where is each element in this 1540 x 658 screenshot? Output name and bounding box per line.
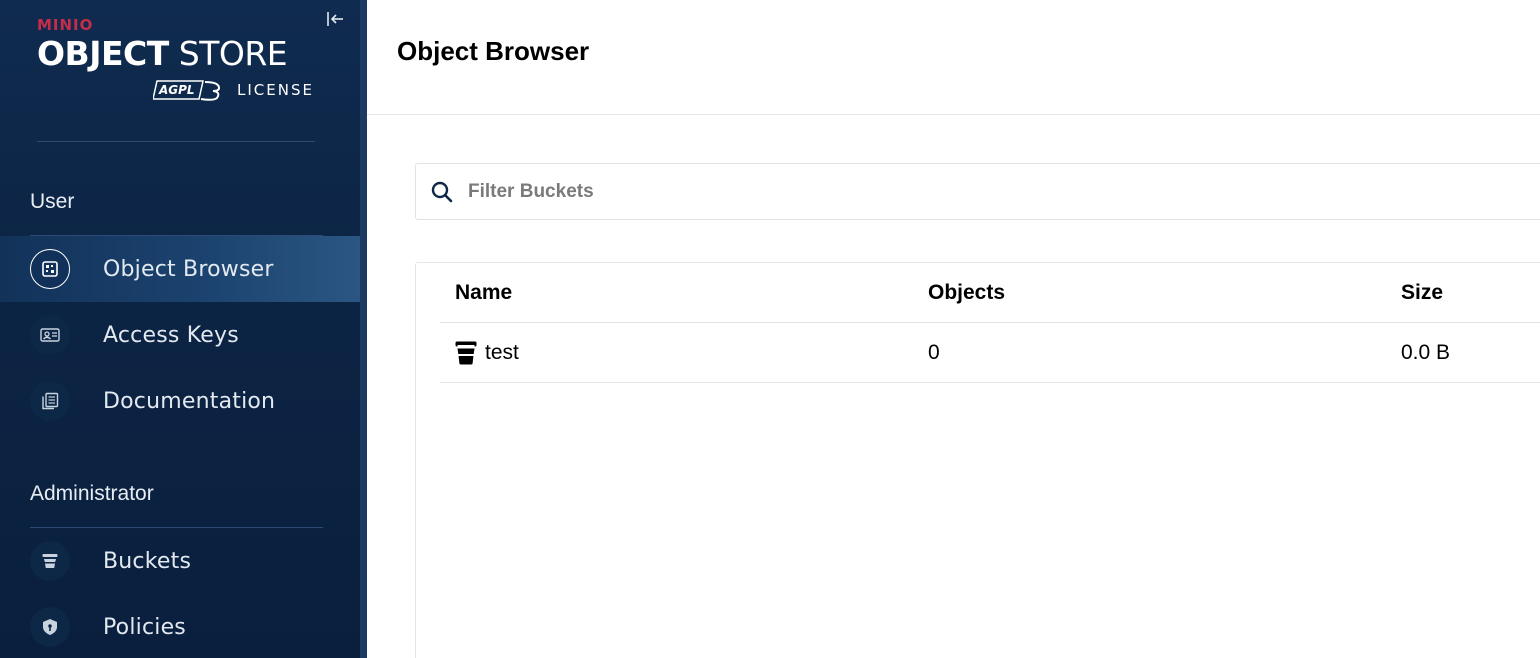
search-input[interactable] [468, 174, 1518, 210]
sidebar-divider [37, 141, 315, 142]
logo-license-row: AGPL LICENSE [153, 78, 314, 102]
svg-text:AGPL: AGPL [158, 83, 195, 97]
column-header-size[interactable]: Size [1401, 281, 1443, 305]
collapse-left-icon [327, 12, 343, 26]
sidebar-item-label: Documentation [103, 388, 276, 414]
bucket-size: 0.0 B [1401, 341, 1451, 364]
bucket-name: test [485, 341, 519, 364]
filter-buckets-search[interactable] [415, 163, 1540, 220]
sidebar-item-label: Policies [103, 614, 186, 640]
sidebar-item-object-browser[interactable]: Object Browser [0, 236, 360, 302]
sidebar-item-policies[interactable]: Policies [0, 594, 360, 658]
logo-license: LICENSE [237, 81, 314, 99]
agpl-badge-icon: AGPL [153, 78, 223, 102]
bucket-icon [30, 541, 70, 581]
page-header: Object Browser [367, 0, 1540, 115]
logo-product-bold: OBJECT [37, 34, 169, 73]
sidebar-item-documentation[interactable]: Documentation [0, 368, 360, 434]
logo-product-name: OBJECT STORE [37, 34, 288, 73]
buckets-table: Name Objects Size test 0 0.0 B [415, 262, 1540, 658]
sidebar: MINIO OBJECT STORE AGPL LICENSE User Obj… [0, 0, 360, 658]
sidebar-item-buckets[interactable]: Buckets [0, 528, 360, 594]
sidebar-item-label: Buckets [103, 548, 192, 574]
section-label-user: User [30, 190, 75, 213]
sidebar-scroll-edge [360, 0, 367, 658]
page-title: Object Browser [397, 36, 590, 66]
minio-logo: MINIO OBJECT STORE AGPL LICENSE [37, 16, 319, 106]
logo-company: MINIO [37, 16, 94, 34]
section-label-administrator: Administrator [30, 482, 154, 505]
search-icon [430, 180, 454, 204]
shield-icon [30, 607, 70, 647]
bucket-objects: 0 [928, 341, 940, 364]
access-keys-icon [30, 315, 70, 355]
column-header-objects[interactable]: Objects [928, 281, 1005, 305]
column-header-name[interactable]: Name [455, 281, 512, 305]
sidebar-item-label: Object Browser [103, 256, 274, 282]
collapse-sidebar-button[interactable] [324, 8, 346, 30]
sidebar-item-label: Access Keys [103, 322, 239, 348]
sidebar-item-access-keys[interactable]: Access Keys [0, 302, 360, 368]
documentation-icon [30, 381, 70, 421]
logo-product-light: STORE [168, 34, 288, 73]
bucket-icon [455, 341, 477, 365]
object-browser-icon [30, 249, 70, 289]
table-row[interactable]: test 0 0.0 B [440, 323, 1540, 383]
